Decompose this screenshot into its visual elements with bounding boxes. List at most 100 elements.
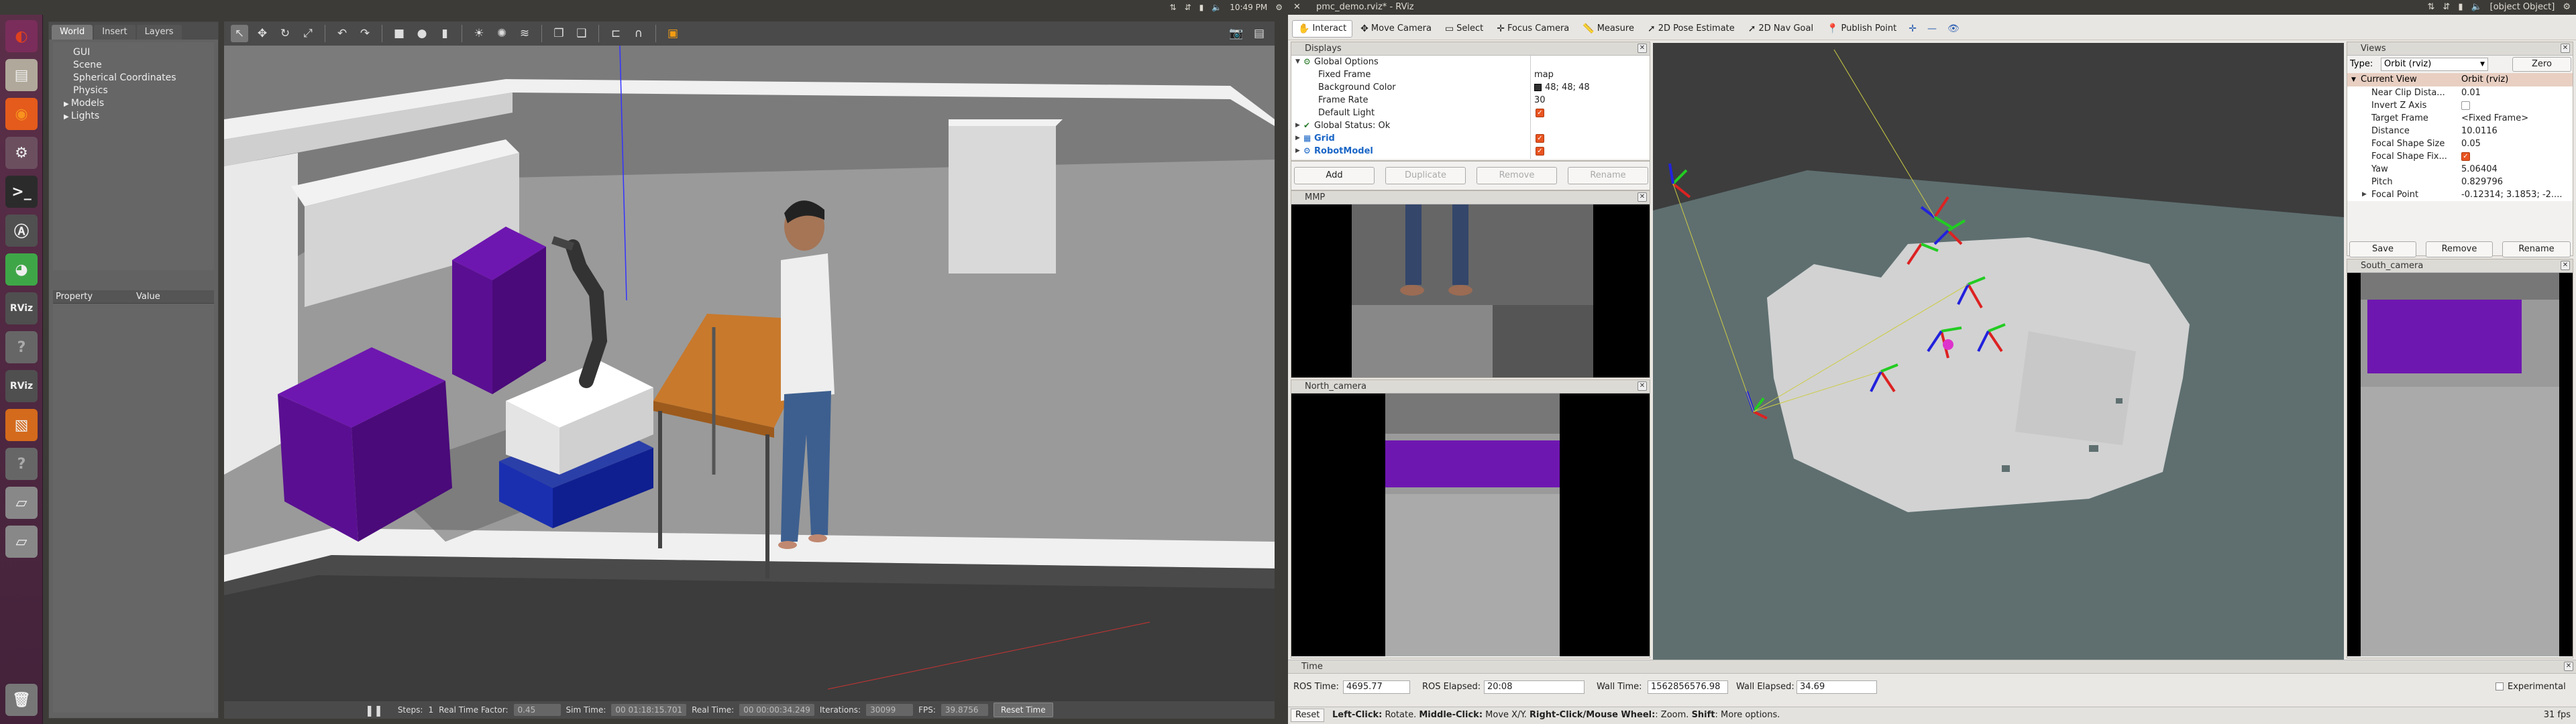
tab-world[interactable]: World — [52, 25, 93, 40]
translate-icon[interactable]: ✥ — [254, 25, 271, 42]
clock[interactable]: [object Object] — [2490, 0, 2555, 15]
display-row[interactable]: Background Color 48; 48; 48 — [1291, 81, 1650, 94]
expand-arrow-icon[interactable]: ▶ — [2362, 188, 2369, 201]
display-value[interactable]: 48; 48; 48 — [1545, 81, 1590, 94]
display-row[interactable]: Frame Rate 30 — [1291, 94, 1650, 107]
display-value[interactable]: map — [1534, 68, 1554, 81]
expand-arrow-icon[interactable]: ▶ — [64, 101, 71, 108]
pause-button[interactable]: ❚❚ — [365, 704, 383, 717]
view-property-row[interactable]: Near Clip Dista... 0.01 — [2347, 86, 2573, 99]
view-checkbox[interactable]: ✓ — [2461, 101, 2470, 110]
tool-select[interactable]: ▭ Select — [1440, 21, 1489, 37]
color-swatch[interactable] — [1534, 84, 1542, 91]
select-arrow-icon[interactable]: ↖ — [231, 25, 248, 42]
display-row[interactable]: Default Light ✓ — [1291, 107, 1650, 119]
launcher-item[interactable]: ▱ — [5, 526, 38, 558]
duplicate-button[interactable]: Duplicate — [1385, 167, 1466, 184]
redo-icon[interactable]: ↷ — [356, 25, 374, 42]
add-button[interactable]: Add — [1294, 167, 1375, 184]
view-property-value[interactable]: 10.0116 — [2461, 125, 2498, 137]
tab-insert[interactable]: Insert — [94, 25, 136, 40]
launcher-item[interactable]: ⚙ — [5, 137, 38, 169]
launcher-item[interactable]: ▧ — [5, 409, 38, 441]
launcher-item[interactable]: ? — [5, 448, 38, 480]
launcher-item[interactable]: ◕ — [5, 253, 38, 286]
point-light-icon[interactable]: ☀ — [470, 25, 488, 42]
tree-item-scene[interactable]: Scene — [73, 59, 214, 72]
display-row[interactable]: ▶ ▦ Grid ✓ — [1291, 132, 1650, 145]
launcher-item[interactable]: ◉ — [5, 98, 38, 130]
rename-view-button[interactable]: Rename — [2502, 241, 2571, 257]
network-icon[interactable]: ⇅ — [2428, 0, 2435, 15]
tool-focus-camera[interactable]: ✛ Focus Camera — [1491, 21, 1574, 37]
wall-elapsed-field[interactable]: 34.69 — [1796, 680, 1877, 694]
view-property-value[interactable]: <Fixed Frame> — [2461, 112, 2528, 125]
expand-arrow-icon[interactable]: ▶ — [1295, 145, 1302, 158]
ros-elapsed-field[interactable]: 20:08 — [1484, 680, 1585, 694]
view-property-value[interactable]: 0.829796 — [2461, 176, 2503, 188]
keyboard-icon[interactable]: ⇵ — [2443, 0, 2450, 15]
view-property-row[interactable]: Target Frame <Fixed Frame> — [2347, 112, 2573, 125]
current-view-row[interactable]: ▼ Current View Orbit (rviz) — [2347, 73, 2573, 86]
rotate-icon[interactable]: ↻ — [276, 25, 294, 42]
view-property-row[interactable]: Focal Shape Fix... ✓ — [2347, 150, 2573, 163]
expand-arrow-icon[interactable]: ▶ — [1295, 132, 1302, 145]
wall-time-field[interactable]: 1562856576.98 — [1648, 680, 1728, 694]
battery-icon[interactable]: ▮ — [1199, 0, 1204, 15]
gear-icon[interactable]: ⚙ — [1275, 0, 1283, 15]
tool-2d-pose-estimate[interactable]: ➚ 2D Pose Estimate — [1642, 21, 1740, 37]
close-icon[interactable]: ✕ — [1293, 0, 1301, 15]
tree-item-models[interactable]: ▶ Models — [64, 97, 214, 110]
record-icon[interactable]: ▤ — [1250, 25, 1268, 42]
view-checkbox[interactable]: ✓ — [2461, 152, 2470, 161]
display-row[interactable]: ▼ ⚙ Global Options — [1291, 56, 1650, 68]
zero-button[interactable]: Zero — [2512, 57, 2571, 72]
remove-tool-icon[interactable]: — — [1923, 23, 1941, 34]
add-tool-icon[interactable]: ✛ — [1904, 23, 1921, 34]
launcher-item[interactable]: ◐ — [5, 20, 38, 52]
orange-tool-icon[interactable]: ▣ — [664, 25, 682, 42]
cylinder-icon[interactable]: ▮ — [436, 25, 453, 42]
tool-move-camera[interactable]: ✥ Move Camera — [1355, 21, 1437, 37]
enable-checkbox[interactable]: ✓ — [1536, 147, 1544, 156]
remove-button[interactable]: Remove — [1477, 167, 1557, 184]
snap-icon[interactable]: ∩ — [630, 25, 647, 42]
tree-item-lights[interactable]: ▶ Lights — [64, 110, 214, 123]
display-row[interactable]: ▶⚠TF✓ — [1291, 158, 1650, 159]
screenshot-icon[interactable]: 📷 — [1228, 25, 1245, 42]
remove-view-button[interactable]: Remove — [2426, 241, 2493, 257]
view-property-row[interactable]: Invert Z Axis ✓ — [2347, 99, 2573, 112]
display-row[interactable]: Fixed Frame map — [1291, 68, 1650, 81]
tree-item-spherical[interactable]: Spherical Coordinates — [73, 72, 214, 84]
spot-light-icon[interactable]: ✺ — [493, 25, 511, 42]
close-icon[interactable]: ✕ — [1638, 44, 1647, 53]
view-property-row[interactable]: Pitch 0.829796 — [2347, 176, 2573, 188]
close-icon[interactable]: ✕ — [1638, 381, 1647, 391]
view-property-row[interactable]: Focal Shape Size 0.05 — [2347, 137, 2573, 150]
box-icon[interactable]: ■ — [390, 25, 408, 42]
view-property-row[interactable]: ▶ Focal Point -0.12314; 3.1853; -2.... — [2347, 188, 2573, 201]
paste-icon[interactable]: ❑ — [573, 25, 590, 42]
ros-time-field[interactable]: 4695.77 — [1343, 680, 1410, 694]
expand-arrow-icon[interactable]: ▼ — [2351, 73, 2356, 86]
expand-arrow-icon[interactable]: ▼ — [1295, 56, 1302, 68]
display-row[interactable]: ▶ ✔ Global Status: Ok — [1291, 119, 1650, 132]
view-type-select[interactable]: Orbit (rviz) ▼ — [2381, 58, 2488, 71]
tab-layers[interactable]: Layers — [136, 25, 182, 40]
align-icon[interactable]: ⊏ — [607, 25, 625, 42]
close-icon[interactable]: ✕ — [2561, 261, 2570, 270]
close-icon[interactable]: ✕ — [1638, 192, 1647, 202]
sphere-icon[interactable]: ● — [413, 25, 431, 42]
scale-icon[interactable]: ⤢ — [299, 25, 317, 42]
save-view-button[interactable]: Save — [2349, 241, 2416, 257]
tool-publish-point[interactable]: 📍 Publish Point — [1821, 21, 1902, 37]
launcher-item[interactable]: >_ — [5, 176, 38, 208]
undo-icon[interactable]: ↶ — [333, 25, 351, 42]
gear-icon[interactable]: ⚙ — [2563, 0, 2571, 15]
close-icon[interactable]: ✕ — [2564, 662, 2573, 671]
view-property-value[interactable]: 5.06404 — [2461, 163, 2498, 176]
experimental-checkbox[interactable] — [2496, 682, 2504, 690]
display-value[interactable]: 30 — [1534, 94, 1546, 107]
tree-item-physics[interactable]: Physics — [73, 84, 214, 97]
launcher-item[interactable]: RViz — [5, 370, 38, 402]
